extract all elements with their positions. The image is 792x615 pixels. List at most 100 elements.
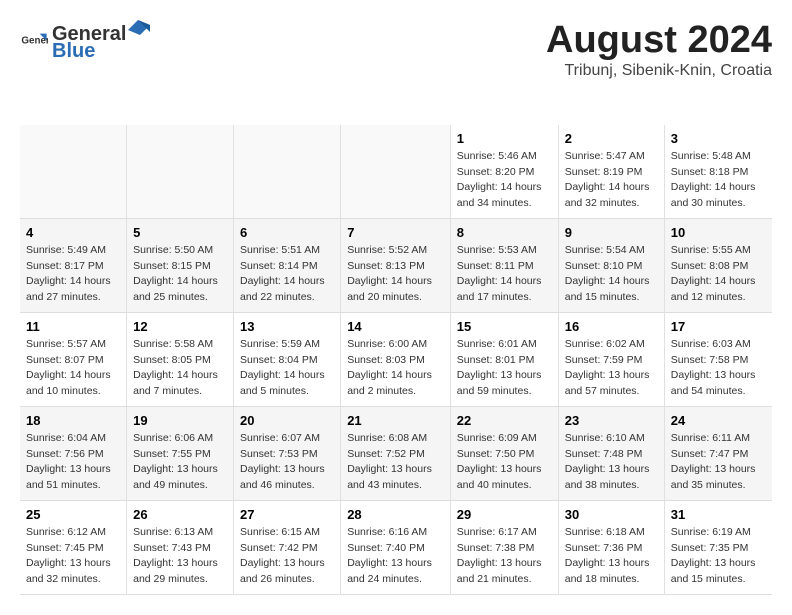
col-header-monday: Monday bbox=[127, 96, 234, 125]
day-info: Sunrise: 6:17 AM Sunset: 7:38 PM Dayligh… bbox=[457, 525, 552, 588]
day-number: 3 bbox=[671, 131, 766, 146]
day-number: 28 bbox=[347, 507, 444, 522]
calendar-cell: 25 Sunrise: 6:12 AM Sunset: 7:45 PM Dayli… bbox=[20, 500, 127, 594]
day-number: 19 bbox=[133, 413, 227, 428]
day-info: Sunrise: 6:18 AM Sunset: 7:36 PM Dayligh… bbox=[565, 525, 658, 588]
calendar-cell: 23Sunrise: 6:10 AM Sunset: 7:48 PM Dayli… bbox=[558, 406, 664, 500]
day-number: 14 bbox=[347, 319, 444, 334]
calendar-cell bbox=[127, 125, 234, 219]
day-info: Sunrise: 5:51 AM Sunset: 8:14 PM Dayligh… bbox=[240, 243, 334, 306]
day-info: Sunrise: 5:58 AM Sunset: 8:05 PM Dayligh… bbox=[133, 337, 227, 400]
calendar-cell: 6 Sunrise: 5:51 AM Sunset: 8:14 PM Daylig… bbox=[234, 218, 341, 312]
calendar-cell: 7 Sunrise: 5:52 AM Sunset: 8:13 PM Daylig… bbox=[341, 218, 451, 312]
day-number: 15 bbox=[457, 319, 552, 334]
calendar-cell: 5Sunrise: 5:50 AM Sunset: 8:15 PM Daylig… bbox=[127, 218, 234, 312]
day-info: Sunrise: 6:10 AM Sunset: 7:48 PM Dayligh… bbox=[565, 431, 658, 494]
day-number: 20 bbox=[240, 413, 334, 428]
day-info: Sunrise: 5:46 AM Sunset: 8:20 PM Dayligh… bbox=[457, 149, 552, 212]
calendar-week-row: 1 Sunrise: 5:46 AM Sunset: 8:20 PM Daylig… bbox=[20, 125, 772, 219]
day-info: Sunrise: 6:04 AM Sunset: 7:56 PM Dayligh… bbox=[26, 431, 120, 494]
calendar-cell: 1 Sunrise: 5:46 AM Sunset: 8:20 PM Daylig… bbox=[450, 125, 558, 219]
day-number: 11 bbox=[26, 319, 120, 334]
calendar-table: SundayMondayTuesdayWednesdayThursdayFrid… bbox=[20, 96, 772, 595]
calendar-cell: 17 Sunrise: 6:03 AM Sunset: 7:58 PM Dayli… bbox=[664, 312, 772, 406]
col-header-wednesday: Wednesday bbox=[341, 96, 451, 125]
calendar-cell: 9 Sunrise: 5:54 AM Sunset: 8:10 PM Daylig… bbox=[558, 218, 664, 312]
calendar-week-row: 25 Sunrise: 6:12 AM Sunset: 7:45 PM Dayli… bbox=[20, 500, 772, 594]
day-number: 1 bbox=[457, 131, 552, 146]
day-number: 31 bbox=[671, 507, 766, 522]
calendar-cell: 27Sunrise: 6:15 AM Sunset: 7:42 PM Dayli… bbox=[234, 500, 341, 594]
location-subtitle: Tribunj, Sibenik-Knin, Croatia bbox=[546, 62, 772, 80]
calendar-cell: 3 Sunrise: 5:48 AM Sunset: 8:18 PM Daylig… bbox=[664, 125, 772, 219]
day-info: Sunrise: 5:54 AM Sunset: 8:10 PM Dayligh… bbox=[565, 243, 658, 306]
day-number: 24 bbox=[671, 413, 766, 428]
col-header-friday: Friday bbox=[558, 96, 664, 125]
calendar-cell: 31 Sunrise: 6:19 AM Sunset: 7:35 PM Dayli… bbox=[664, 500, 772, 594]
day-info: Sunrise: 5:48 AM Sunset: 8:18 PM Dayligh… bbox=[671, 149, 766, 212]
day-info: Sunrise: 5:52 AM Sunset: 8:13 PM Dayligh… bbox=[347, 243, 444, 306]
calendar-week-row: 11 Sunrise: 5:57 AM Sunset: 8:07 PM Dayli… bbox=[20, 312, 772, 406]
day-info: Sunrise: 6:13 AM Sunset: 7:43 PM Dayligh… bbox=[133, 525, 227, 588]
calendar-cell: 14 Sunrise: 6:00 AM Sunset: 8:03 PM Dayli… bbox=[341, 312, 451, 406]
day-info: Sunrise: 5:49 AM Sunset: 8:17 PM Dayligh… bbox=[26, 243, 120, 306]
day-info: Sunrise: 6:07 AM Sunset: 7:53 PM Dayligh… bbox=[240, 431, 334, 494]
title-area: August 2024 Tribunj, Sibenik-Knin, Croat… bbox=[546, 20, 772, 80]
day-info: Sunrise: 5:55 AM Sunset: 8:08 PM Dayligh… bbox=[671, 243, 766, 306]
calendar-cell: 18Sunrise: 6:04 AM Sunset: 7:56 PM Dayli… bbox=[20, 406, 127, 500]
day-number: 10 bbox=[671, 225, 766, 240]
day-number: 29 bbox=[457, 507, 552, 522]
calendar-cell: 29 Sunrise: 6:17 AM Sunset: 7:38 PM Dayli… bbox=[450, 500, 558, 594]
calendar-cell: 24 Sunrise: 6:11 AM Sunset: 7:47 PM Dayli… bbox=[664, 406, 772, 500]
day-info: Sunrise: 5:47 AM Sunset: 8:19 PM Dayligh… bbox=[565, 149, 658, 212]
day-info: Sunrise: 6:15 AM Sunset: 7:42 PM Dayligh… bbox=[240, 525, 334, 588]
calendar-cell: 4Sunrise: 5:49 AM Sunset: 8:17 PM Daylig… bbox=[20, 218, 127, 312]
day-number: 17 bbox=[671, 319, 766, 334]
day-number: 25 bbox=[26, 507, 120, 522]
calendar-cell: 10 Sunrise: 5:55 AM Sunset: 8:08 PM Dayli… bbox=[664, 218, 772, 312]
calendar-week-row: 18Sunrise: 6:04 AM Sunset: 7:56 PM Dayli… bbox=[20, 406, 772, 500]
day-info: Sunrise: 6:11 AM Sunset: 7:47 PM Dayligh… bbox=[671, 431, 766, 494]
calendar-header-row: SundayMondayTuesdayWednesdayThursdayFrid… bbox=[20, 96, 772, 125]
day-number: 22 bbox=[457, 413, 552, 428]
col-header-sunday: Sunday bbox=[20, 96, 127, 125]
calendar-cell: 2Sunrise: 5:47 AM Sunset: 8:19 PM Daylig… bbox=[558, 125, 664, 219]
day-info: Sunrise: 5:50 AM Sunset: 8:15 PM Dayligh… bbox=[133, 243, 227, 306]
header: General General Blue August 2024 Tribunj… bbox=[20, 20, 772, 80]
month-year-title: August 2024 bbox=[546, 20, 772, 62]
day-info: Sunrise: 5:59 AM Sunset: 8:04 PM Dayligh… bbox=[240, 337, 334, 400]
day-info: Sunrise: 6:08 AM Sunset: 7:52 PM Dayligh… bbox=[347, 431, 444, 494]
day-info: Sunrise: 5:57 AM Sunset: 8:07 PM Dayligh… bbox=[26, 337, 120, 400]
day-number: 6 bbox=[240, 225, 334, 240]
calendar-week-row: 4Sunrise: 5:49 AM Sunset: 8:17 PM Daylig… bbox=[20, 218, 772, 312]
calendar-cell: 22 Sunrise: 6:09 AM Sunset: 7:50 PM Dayli… bbox=[450, 406, 558, 500]
calendar-cell: 13 Sunrise: 5:59 AM Sunset: 8:04 PM Dayli… bbox=[234, 312, 341, 406]
day-info: Sunrise: 6:19 AM Sunset: 7:35 PM Dayligh… bbox=[671, 525, 766, 588]
day-number: 9 bbox=[565, 225, 658, 240]
calendar-cell bbox=[341, 125, 451, 219]
calendar-cell: 11 Sunrise: 5:57 AM Sunset: 8:07 PM Dayli… bbox=[20, 312, 127, 406]
calendar-cell: 21Sunrise: 6:08 AM Sunset: 7:52 PM Dayli… bbox=[341, 406, 451, 500]
day-info: Sunrise: 6:01 AM Sunset: 8:01 PM Dayligh… bbox=[457, 337, 552, 400]
day-info: Sunrise: 6:03 AM Sunset: 7:58 PM Dayligh… bbox=[671, 337, 766, 400]
logo-bird-icon bbox=[128, 20, 150, 40]
day-number: 12 bbox=[133, 319, 227, 334]
day-number: 16 bbox=[565, 319, 658, 334]
calendar-cell: 8Sunrise: 5:53 AM Sunset: 8:11 PM Daylig… bbox=[450, 218, 558, 312]
day-number: 7 bbox=[347, 225, 444, 240]
day-info: Sunrise: 6:09 AM Sunset: 7:50 PM Dayligh… bbox=[457, 431, 552, 494]
day-number: 26 bbox=[133, 507, 227, 522]
calendar-cell: 15 Sunrise: 6:01 AM Sunset: 8:01 PM Dayli… bbox=[450, 312, 558, 406]
day-number: 30 bbox=[565, 507, 658, 522]
day-info: Sunrise: 6:16 AM Sunset: 7:40 PM Dayligh… bbox=[347, 525, 444, 588]
day-number: 13 bbox=[240, 319, 334, 334]
calendar-cell: 16Sunrise: 6:02 AM Sunset: 7:59 PM Dayli… bbox=[558, 312, 664, 406]
col-header-tuesday: Tuesday bbox=[234, 96, 341, 125]
day-info: Sunrise: 6:00 AM Sunset: 8:03 PM Dayligh… bbox=[347, 337, 444, 400]
day-info: Sunrise: 6:12 AM Sunset: 7:45 PM Dayligh… bbox=[26, 525, 120, 588]
calendar-cell: 28 Sunrise: 6:16 AM Sunset: 7:40 PM Dayli… bbox=[341, 500, 451, 594]
calendar-cell: 20 Sunrise: 6:07 AM Sunset: 7:53 PM Dayli… bbox=[234, 406, 341, 500]
calendar-cell bbox=[234, 125, 341, 219]
calendar-cell: 26 Sunrise: 6:13 AM Sunset: 7:43 PM Dayli… bbox=[127, 500, 234, 594]
col-header-thursday: Thursday bbox=[450, 96, 558, 125]
